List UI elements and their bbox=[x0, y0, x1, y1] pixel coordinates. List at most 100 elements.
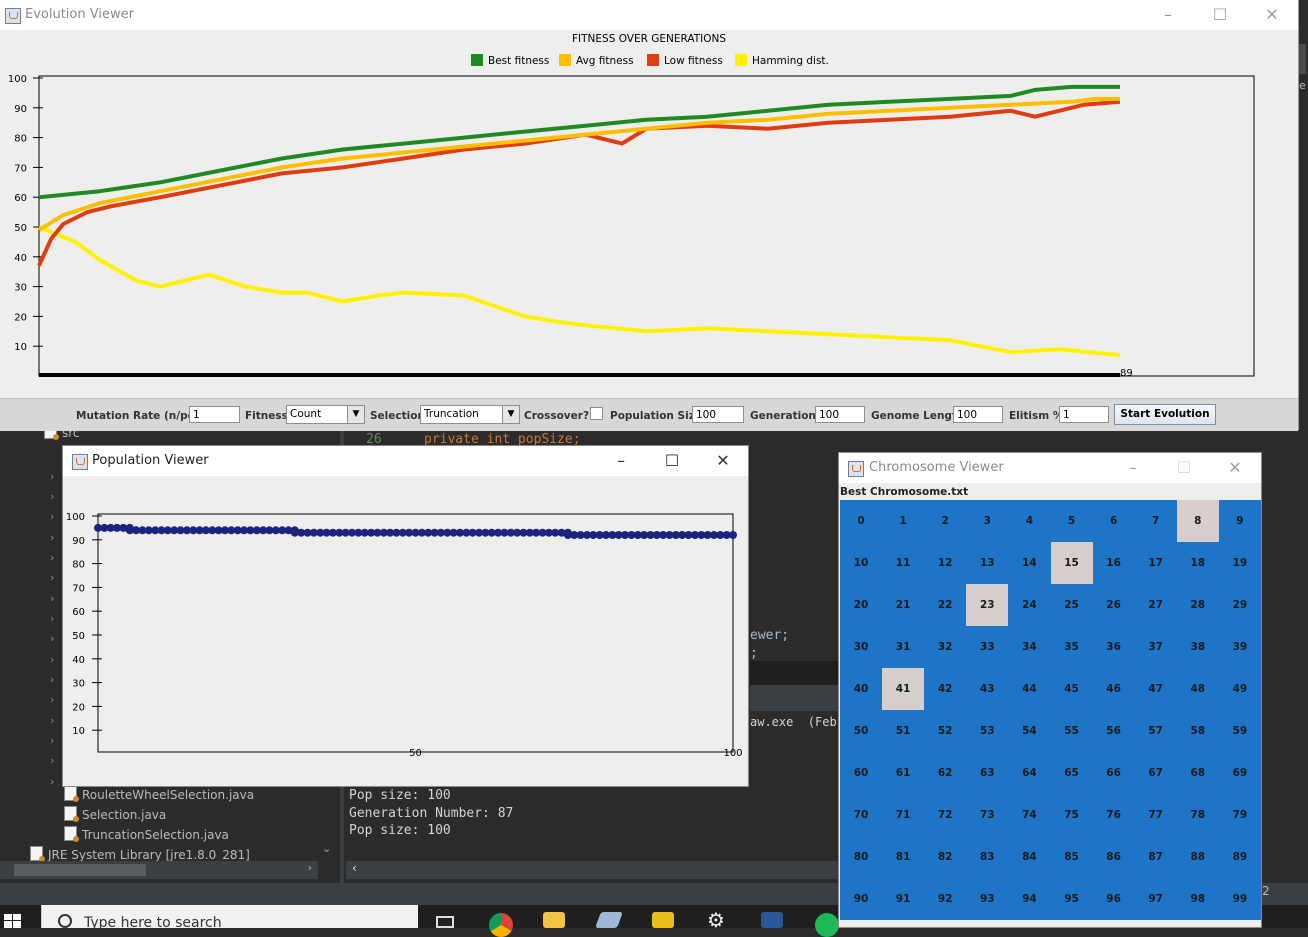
gene-cell: 45 bbox=[1064, 683, 1079, 695]
genome-length-input[interactable]: 100 bbox=[953, 406, 1003, 423]
tree-expand-icon[interactable]: › bbox=[50, 531, 54, 544]
settings-gear-icon[interactable]: ⚙ bbox=[707, 910, 729, 930]
minimize-button[interactable]: – bbox=[595, 446, 647, 476]
minimize-button[interactable]: – bbox=[1107, 453, 1159, 483]
generations-input[interactable]: 100 bbox=[815, 406, 865, 423]
gene-cell: 28 bbox=[1190, 599, 1206, 611]
chevron-down-icon[interactable]: ▼ bbox=[502, 406, 519, 423]
gene-grid: 0 1 2 3 4 5 6 7 8 9 10 11 12 13 14 15 16 17 18 19 20 21 22 23 24… bbox=[840, 500, 1261, 920]
console-horizontal-scrollbar[interactable]: ‹ bbox=[346, 861, 838, 879]
java-file-icon bbox=[30, 846, 45, 862]
gene-cell: 11 bbox=[895, 557, 911, 569]
tree-expand-icon[interactable]: › bbox=[50, 754, 54, 767]
population-size-input[interactable]: 100 bbox=[692, 406, 744, 423]
tree-expand-icon[interactable]: › bbox=[50, 653, 54, 666]
chevron-down-icon[interactable]: ▼ bbox=[347, 406, 364, 423]
crossover-label: Crossover? bbox=[524, 410, 590, 422]
gene-cell-active: 41 bbox=[882, 668, 925, 710]
word-icon[interactable] bbox=[761, 912, 783, 928]
tree-expand-icon[interactable]: › bbox=[50, 490, 54, 503]
file-explorer-icon[interactable] bbox=[543, 912, 565, 928]
tree-expand-icon[interactable]: › bbox=[50, 673, 54, 686]
close-button[interactable]: ✕ bbox=[697, 446, 749, 476]
maximize-button[interactable]: ☐ bbox=[646, 446, 698, 476]
tree-item[interactable]: Selection.java bbox=[64, 806, 166, 824]
chromosome-viewer-titlebar[interactable]: Chromosome Viewer – ☐ ✕ bbox=[839, 453, 1261, 483]
gene-cell: 72 bbox=[937, 809, 953, 821]
evolution-viewer-window: Evolution Viewer – ☐ ✕ FITNESS OVER GENE… bbox=[0, 0, 1299, 431]
scroll-thumb[interactable] bbox=[14, 864, 146, 876]
crossover-checkbox[interactable] bbox=[590, 407, 603, 420]
genome-length-label: Genome Length bbox=[871, 410, 965, 422]
tree-horizontal-scrollbar[interactable]: › bbox=[0, 861, 318, 879]
gene-cell: 32 bbox=[937, 641, 953, 653]
tree-expand-icon[interactable]: › bbox=[50, 592, 54, 605]
java-icon bbox=[72, 454, 88, 470]
gene-cell: 65 bbox=[1064, 767, 1079, 779]
taskbar-search-box[interactable]: Type here to search bbox=[41, 905, 418, 931]
scroll-right-icon[interactable]: › bbox=[308, 861, 312, 874]
gene-cell: 2 bbox=[941, 515, 949, 527]
tree-scroll-down-icon[interactable]: ⌄ bbox=[322, 842, 331, 855]
tree-expand-icon[interactable]: › bbox=[50, 714, 54, 727]
gene-cell: 99 bbox=[1232, 893, 1248, 905]
tree-item-label: Selection.java bbox=[82, 808, 167, 822]
gene-cell: 89 bbox=[1232, 851, 1248, 863]
population-size-label: Population Size bbox=[610, 410, 702, 422]
close-button[interactable]: ✕ bbox=[1209, 453, 1261, 483]
y-tick-label: 30 bbox=[14, 283, 27, 294]
gene-cell: 56 bbox=[1106, 725, 1121, 737]
tree-expand-icon[interactable]: › bbox=[50, 571, 54, 584]
y-tick-label: 50 bbox=[14, 223, 27, 234]
window-title: Population Viewer bbox=[92, 453, 209, 468]
fitness-select[interactable]: Count ▼ bbox=[286, 405, 365, 424]
gene-cell: 1 bbox=[899, 515, 907, 527]
maximize-button[interactable]: ☐ bbox=[1158, 453, 1210, 483]
generations-label: Generations bbox=[750, 410, 823, 422]
gene-cell: 60 bbox=[853, 767, 869, 779]
tree-item[interactable]: RouletteWheelSelection.java bbox=[64, 786, 254, 804]
gene-cell: 31 bbox=[895, 641, 911, 653]
sql-app-icon[interactable] bbox=[652, 912, 674, 928]
fitness-chart: 10 20 30 40 50 60 70 80 90 100 89 bbox=[8, 74, 1255, 379]
gene-cell: 88 bbox=[1190, 851, 1206, 863]
y-tick-label: 70 bbox=[14, 163, 27, 174]
gene-cell: 85 bbox=[1064, 851, 1079, 863]
y-tick-label: 70 bbox=[72, 583, 85, 594]
selection-select[interactable]: Truncation ▼ bbox=[420, 405, 520, 424]
tree-expand-icon[interactable]: › bbox=[50, 734, 54, 747]
tree-expand-icon[interactable]: › bbox=[50, 693, 54, 706]
tree-expand-icon[interactable]: › bbox=[50, 612, 54, 625]
mutation-rate-input[interactable]: 1 bbox=[189, 406, 240, 423]
tree-expand-icon[interactable]: › bbox=[50, 510, 54, 523]
start-evolution-button[interactable]: Start Evolution bbox=[1114, 404, 1216, 425]
tree-expand-icon[interactable]: › bbox=[50, 632, 54, 645]
gene-cell: 43 bbox=[979, 683, 995, 695]
scroll-left-icon[interactable]: ‹ bbox=[352, 861, 357, 875]
y-tick-label: 10 bbox=[14, 342, 27, 353]
gene-cell: 74 bbox=[1022, 809, 1037, 821]
elitism-input[interactable]: 1 bbox=[1059, 406, 1109, 423]
gene-cell: 27 bbox=[1148, 599, 1163, 611]
gene-cell: 84 bbox=[1022, 851, 1037, 863]
gene-cell: 24 bbox=[1022, 599, 1037, 611]
population-viewer-titlebar[interactable]: Population Viewer – ☐ ✕ bbox=[63, 446, 748, 476]
chrome-icon[interactable] bbox=[489, 913, 513, 937]
tree-expand-icon[interactable]: › bbox=[50, 551, 54, 564]
tree-expand-icon[interactable]: › bbox=[50, 470, 54, 483]
gene-cell: 44 bbox=[1022, 683, 1037, 695]
y-tick-label: 40 bbox=[72, 655, 85, 666]
search-placeholder: Type here to search bbox=[84, 915, 222, 931]
tree-item[interactable]: TruncationSelection.java bbox=[64, 826, 229, 844]
gene-cell: 78 bbox=[1190, 809, 1206, 821]
tree-expand-icon[interactable]: › bbox=[50, 775, 54, 788]
chromosome-file-label: Best Chromosome.txt bbox=[840, 486, 969, 498]
spotify-icon[interactable] bbox=[815, 913, 839, 937]
gene-cell: 51 bbox=[895, 725, 911, 737]
gene-cell: 79 bbox=[1232, 809, 1248, 821]
windows-start-icon[interactable] bbox=[4, 914, 22, 928]
task-view-icon[interactable] bbox=[436, 916, 454, 928]
gene-cell: 47 bbox=[1148, 683, 1163, 695]
gene-cell: 33 bbox=[979, 641, 995, 653]
gene-cell: 21 bbox=[895, 599, 911, 611]
